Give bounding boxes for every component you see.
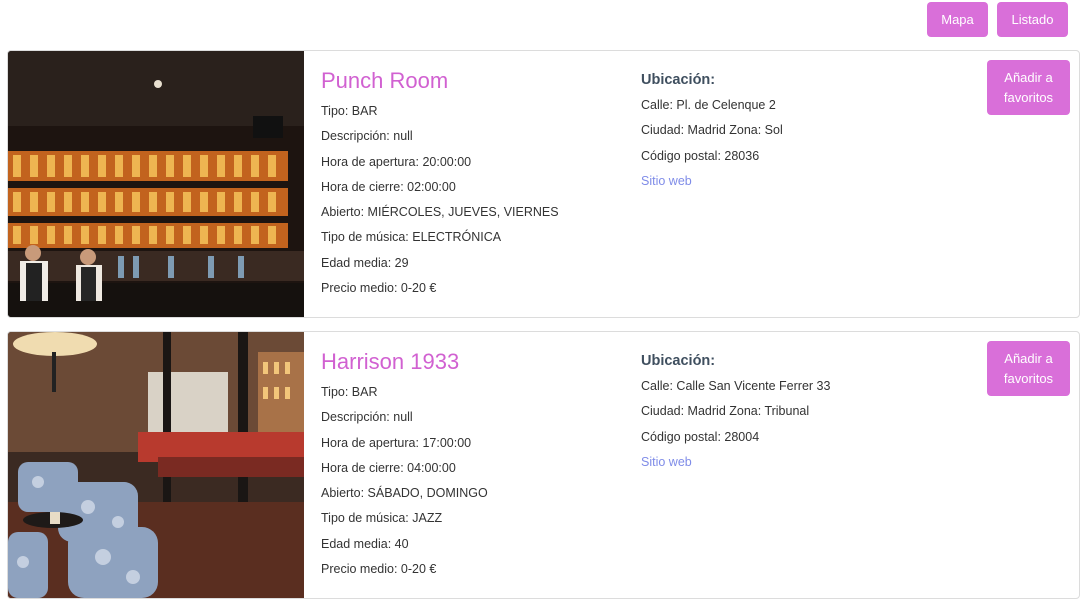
venue-open-days: Abierto: SÁBADO, DOMINGO (321, 486, 488, 501)
venue-average-age: Edad media: 40 (321, 536, 409, 551)
venue-average-price: Precio medio: 0-20 € (321, 281, 437, 296)
location-city: Ciudad: Madrid Zona: Sol (641, 123, 783, 138)
venue-card: Punch Room Tipo: BAR Descripción: null H… (7, 50, 1080, 318)
venue-location: Ubicación: Calle: Pl. de Celenque 2 Ciud… (641, 67, 941, 191)
location-heading: Ubicación: (641, 353, 716, 369)
venue-music-type: Tipo de música: JAZZ (321, 511, 443, 526)
venue-average-age: Edad media: 29 (321, 255, 409, 270)
website-link[interactable]: Sitio web (641, 171, 941, 191)
venue-details: Punch Room Tipo: BAR Descripción: null H… (321, 67, 631, 303)
venue-closing-time: Hora de cierre: 02:00:00 (321, 179, 456, 194)
website-link[interactable]: Sitio web (641, 452, 941, 472)
list-button[interactable]: Listado (997, 2, 1068, 37)
venue-photo (8, 51, 304, 317)
venue-music-type: Tipo de música: ELECTRÓNICA (321, 230, 502, 245)
venue-open-days: Abierto: MIÉRCOLES, JUEVES, VIERNES (321, 205, 559, 220)
venue-opening-time: Hora de apertura: 17:00:00 (321, 435, 472, 450)
map-button[interactable]: Mapa (927, 2, 988, 37)
add-favorite-button[interactable]: Añadir a favoritos (987, 60, 1070, 115)
venue-opening-time: Hora de apertura: 20:00:00 (321, 154, 472, 169)
venue-average-price: Precio medio: 0-20 € (321, 562, 437, 577)
lounge-interior-image (8, 332, 304, 598)
venue-details: Harrison 1933 Tipo: BAR Descripción: nul… (321, 348, 631, 584)
location-heading: Ubicación: (641, 72, 716, 88)
venue-card: Harrison 1933 Tipo: BAR Descripción: nul… (7, 331, 1080, 599)
add-favorite-button[interactable]: Añadir a favoritos (987, 341, 1070, 396)
location-city: Ciudad: Madrid Zona: Tribunal (641, 404, 810, 419)
venue-description: Descripción: null (321, 129, 413, 144)
location-postal-code: Código postal: 28004 (641, 429, 760, 444)
venue-type: Tipo: BAR (321, 385, 378, 399)
venue-type: Tipo: BAR (321, 104, 378, 118)
venue-closing-time: Hora de cierre: 04:00:00 (321, 460, 456, 475)
venue-name: Punch Room (321, 68, 449, 93)
venue-photo (8, 332, 304, 598)
venue-location: Ubicación: Calle: Calle San Vicente Ferr… (641, 348, 941, 472)
bar-shelves-image (8, 51, 304, 317)
view-toggle: Mapa Listado (927, 2, 1068, 37)
location-postal-code: Código postal: 28036 (641, 148, 760, 163)
location-street: Calle: Calle San Vicente Ferrer 33 (641, 379, 831, 393)
venue-description: Descripción: null (321, 410, 413, 425)
location-street: Calle: Pl. de Celenque 2 (641, 98, 776, 112)
venue-name: Harrison 1933 (321, 349, 460, 374)
